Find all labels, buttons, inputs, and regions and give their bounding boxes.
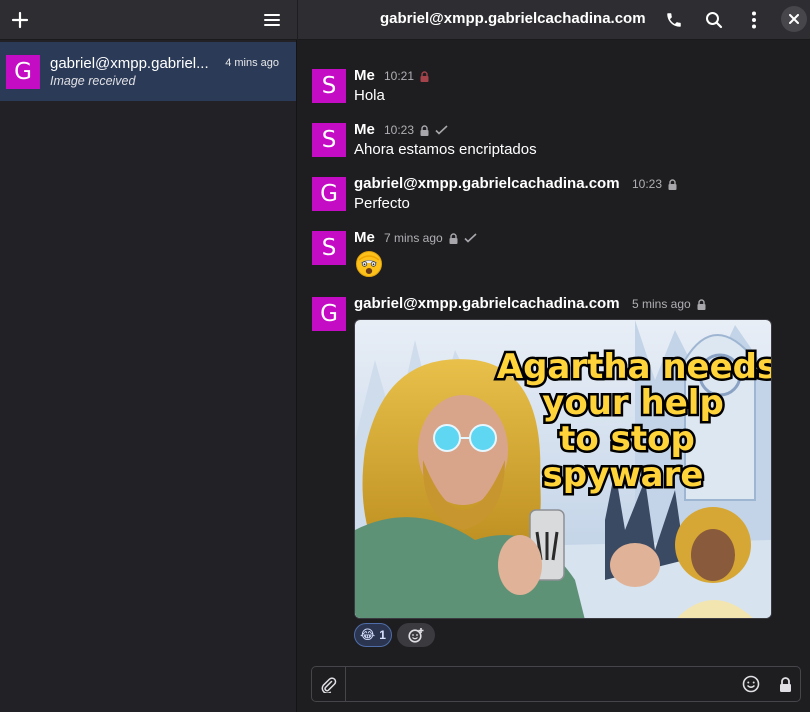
checkmark-icon (464, 233, 477, 243)
lock-icon (449, 232, 458, 244)
message-meta: 10:23 (632, 177, 677, 191)
reaction-count: 1 (379, 628, 386, 642)
reaction-chip[interactable]: 😂 1 (354, 623, 392, 647)
message-meta: 7 mins ago (384, 231, 477, 245)
avatar: G (6, 55, 40, 89)
more-vertical-icon (752, 11, 756, 29)
lock-icon (779, 676, 791, 692)
phone-icon (667, 13, 681, 27)
conversation-name: gabriel@xmpp.gabriel... (50, 55, 209, 72)
message-body: Hola (354, 87, 385, 104)
avatar: G (312, 177, 346, 211)
add-reaction-icon (408, 628, 424, 643)
message-time: 10:23 (632, 177, 663, 191)
image-attachment[interactable]: Agartha needs your help to stop spyware (354, 319, 772, 619)
call-button[interactable] (658, 4, 690, 36)
sidebar-header (0, 0, 297, 40)
avatar: S (312, 69, 346, 103)
search-button[interactable] (698, 4, 730, 36)
new-conversation-button[interactable] (4, 4, 36, 36)
add-reaction-button[interactable] (397, 623, 435, 647)
lock-icon (420, 70, 429, 82)
encryption-button[interactable] (774, 673, 796, 695)
conversation-item[interactable]: G gabriel@xmpp.gabriel... 4 mins ago Ima… (0, 42, 296, 101)
avatar: S (312, 123, 346, 157)
conversation-time: 4 mins ago (225, 57, 279, 69)
main-menu-button[interactable] (256, 4, 288, 36)
more-options-button[interactable] (738, 4, 770, 36)
svg-text:your help: your help (542, 383, 724, 423)
close-icon (789, 14, 799, 24)
message-sender: Me (354, 229, 375, 246)
message-input[interactable] (348, 668, 728, 700)
lock-icon (668, 178, 677, 190)
meme-image: Agartha needs your help to stop spyware (355, 320, 772, 618)
chat-pane: gabriel@xmpp.gabrielcachadina.com S Me 1… (298, 0, 810, 712)
message-meta: 5 mins ago (632, 297, 706, 311)
message-sender: gabriel@xmpp.gabrielcachadina.com (354, 295, 620, 312)
message-time: 5 mins ago (632, 297, 691, 311)
message-body: Ahora estamos encriptados (354, 141, 537, 158)
message-time: 10:21 (384, 69, 415, 83)
emoji-icon (742, 675, 760, 693)
shocked-face-emoji-icon (356, 251, 382, 277)
paperclip-icon (321, 676, 337, 693)
menu-icon (264, 14, 280, 26)
message-time: 10:23 (384, 123, 415, 137)
message-sender: Me (354, 121, 375, 138)
lock-icon (420, 124, 429, 136)
chat-title: gabriel@xmpp.gabrielcachadina.com (380, 10, 646, 27)
svg-text:Agartha needs: Agartha needs (497, 347, 772, 387)
laughing-emoji-icon: 😂 (360, 627, 376, 642)
message-sender: Me (354, 67, 375, 84)
message-composer (311, 666, 801, 702)
avatar: S (312, 231, 346, 265)
message-body: Perfecto (354, 195, 410, 212)
message-sender: gabriel@xmpp.gabrielcachadina.com (354, 175, 620, 192)
checkmark-icon (435, 125, 448, 135)
message-time: 7 mins ago (384, 231, 443, 245)
close-button[interactable] (781, 6, 807, 32)
message-meta: 10:21 (384, 69, 429, 83)
conversation-preview: Image received (50, 74, 136, 88)
message-meta: 10:23 (384, 123, 448, 137)
lock-icon (697, 298, 706, 310)
svg-text:to stop: to stop (559, 419, 695, 459)
conversation-list-pane: G gabriel@xmpp.gabriel... 4 mins ago Ima… (0, 0, 297, 712)
chat-header: gabriel@xmpp.gabrielcachadina.com (298, 0, 810, 40)
avatar: G (312, 297, 346, 331)
plus-icon (11, 11, 29, 29)
emoji-picker-button[interactable] (740, 673, 762, 695)
search-icon (706, 12, 723, 29)
svg-text:spyware: spyware (543, 455, 704, 495)
attach-file-button[interactable] (312, 667, 346, 701)
